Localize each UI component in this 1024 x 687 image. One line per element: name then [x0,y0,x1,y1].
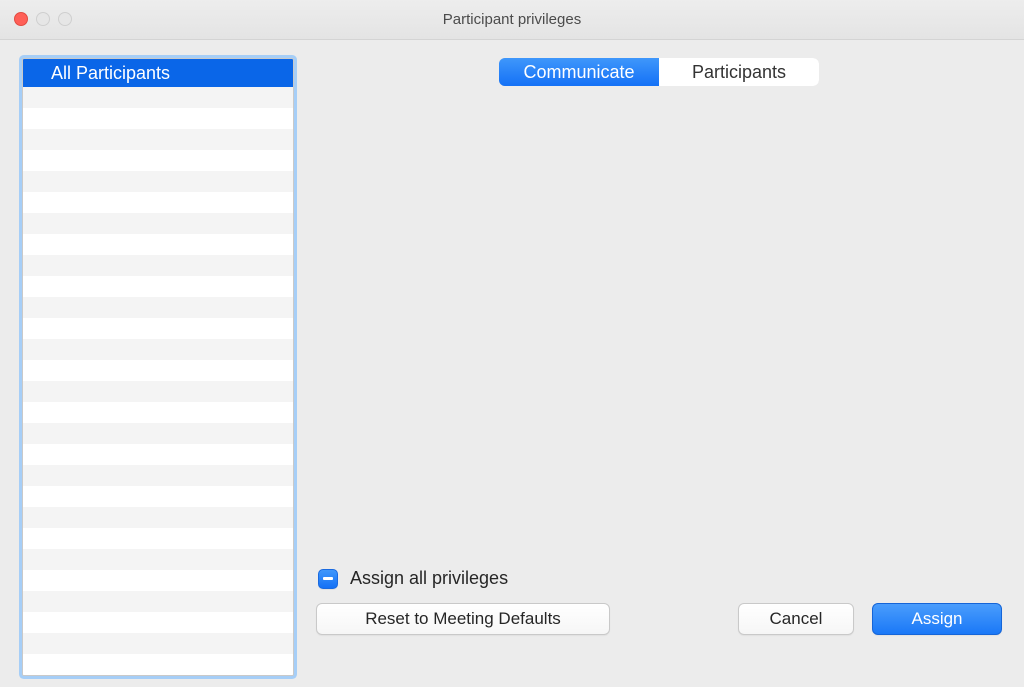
checkbox-contact-operator [664,153,684,173]
list-item[interactable]: All Participants [23,59,293,87]
list-item [23,276,293,297]
assign-all-label: Assign all privileges [350,568,508,589]
list-item [23,129,293,150]
option-contact-operator: Contact Operator Privately [664,152,979,173]
list-item [23,360,293,381]
checkbox-host[interactable] [379,188,399,208]
allow-to-heading: Allow to: [664,109,979,130]
list-item [23,339,293,360]
list-item [23,108,293,129]
list-item [23,150,293,171]
privately-with-label: Privately with [339,152,654,173]
assign-all-privileges[interactable]: Assign all privileges [318,568,1002,589]
privileges-panel: Participant can chat: Privately with Hos… [316,72,1002,552]
option-contact-operator-label: Contact Operator Privately [696,152,908,173]
checkbox-everyone[interactable] [379,352,399,372]
checkbox-other-participants[interactable] [379,274,399,294]
list-item [23,633,293,654]
list-item [23,591,293,612]
list-item [23,612,293,633]
list-item [23,402,293,423]
reset-to-defaults-button[interactable]: Reset to Meeting Defaults [316,603,610,635]
assign-button[interactable]: Assign [872,603,1002,635]
list-item [23,381,293,402]
checkbox-presenter[interactable] [379,231,399,251]
list-item [23,528,293,549]
chat-heading: Participant can chat: [339,109,654,130]
option-everyone[interactable]: Everyone [379,351,654,372]
dialog-buttons: Reset to Meeting Defaults Cancel Assign [316,603,1002,635]
list-item [23,465,293,486]
list-item [23,507,293,528]
participants-list[interactable]: All Participants [22,58,294,676]
list-item [23,234,293,255]
tab-participants[interactable]: Participants [659,58,819,86]
check-icon [383,191,396,204]
title-bar: Participant privileges [0,0,1024,40]
list-item [23,171,293,192]
option-other-participants-label: Other participants [411,273,553,294]
list-item [23,297,293,318]
tab-bar: Communicate Participants [499,58,819,86]
list-item [23,654,293,675]
option-everyone-label: Everyone [411,351,487,372]
list-item [23,213,293,234]
list-item [23,549,293,570]
list-item [23,444,293,465]
publicly-with-label: Publicly with [339,316,654,337]
cancel-button[interactable]: Cancel [738,603,854,635]
check-icon [383,234,396,247]
window-title: Participant privileges [0,0,1024,39]
list-item [23,570,293,591]
option-presenter-label: Presenter [411,230,489,251]
list-item [23,87,293,108]
option-host-label: Host [411,187,448,208]
list-item [23,255,293,276]
option-host[interactable]: Host [379,187,654,208]
list-item [23,423,293,444]
list-item [23,486,293,507]
list-item [23,192,293,213]
option-other-participants[interactable]: Other participants [379,273,654,294]
list-item [23,318,293,339]
checkbox-assign-all[interactable] [318,569,338,589]
option-presenter[interactable]: Presenter [379,230,654,251]
tab-communicate[interactable]: Communicate [499,58,659,86]
